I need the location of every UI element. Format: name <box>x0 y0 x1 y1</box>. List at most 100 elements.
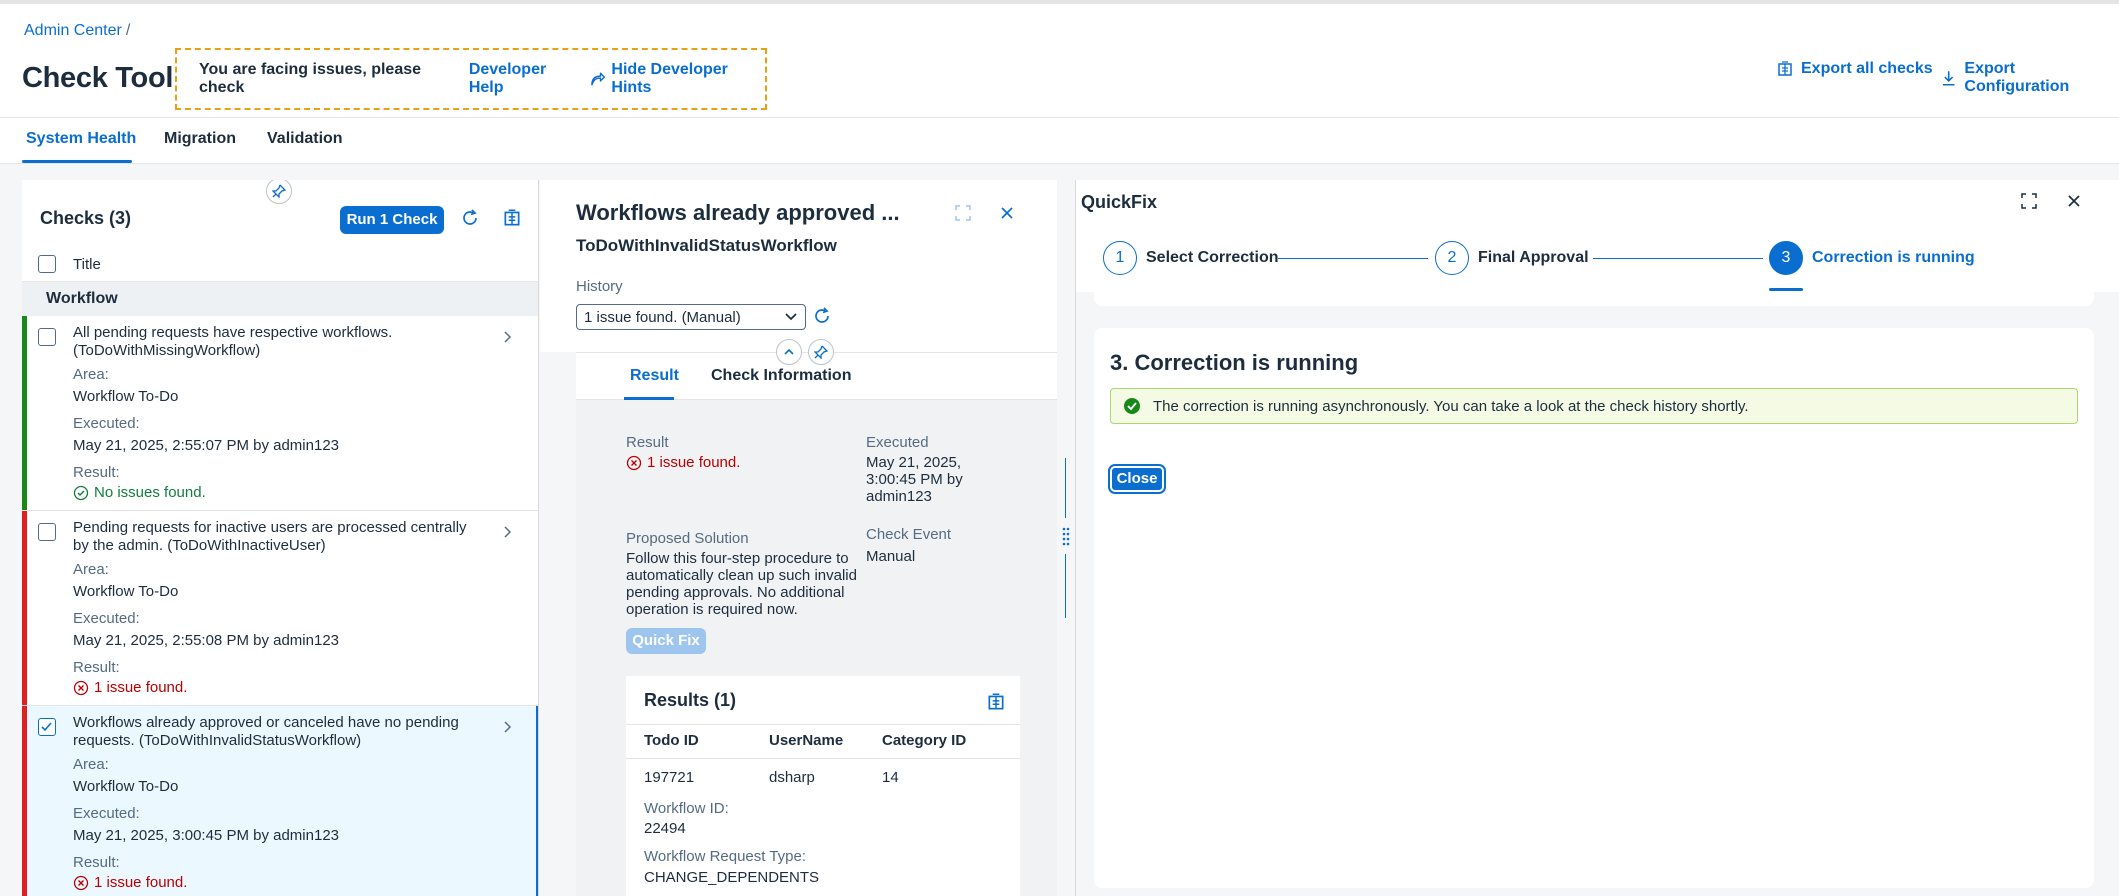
breadcrumb-link-admin-center[interactable]: Admin Center <box>24 22 122 39</box>
executed-value: May 21, 2025, 2:55:08 PM by admin123 <box>73 632 340 649</box>
status-bar <box>22 316 27 510</box>
pin-header-button[interactable] <box>808 339 834 365</box>
check-item-title: Workflows already approved or canceled h… <box>73 714 459 749</box>
refresh-icon <box>463 209 477 225</box>
hide-hints-link[interactable]: Hide Developer Hints <box>590 61 765 97</box>
quickfix-title: QuickFix <box>1081 192 1158 212</box>
executed-value: May 21, 2025, 3:00:45 PM by admin123 <box>73 827 340 844</box>
export-all-checks-button[interactable]: Export all checks <box>1776 60 1933 78</box>
tab-validation[interactable]: Validation <box>267 130 343 148</box>
check-event-value: Manual <box>866 548 916 565</box>
tab-result[interactable]: Result <box>630 367 679 385</box>
executed-value: May 21, 2025, 3:00:45 PM by admin123 <box>866 454 963 505</box>
result-text: 1 issue found. <box>94 874 188 891</box>
check-item-checkbox[interactable] <box>38 328 56 346</box>
workflow-type-label: Workflow Request Type: <box>644 848 807 865</box>
column-header-username: UserName <box>769 732 844 749</box>
export-icon <box>988 693 1004 710</box>
workflow-type-value: CHANGE_DEPENDENTS <box>644 869 820 886</box>
select-all-checkbox[interactable] <box>38 255 56 273</box>
area-label: Area: <box>73 561 109 578</box>
grip-icon <box>1062 527 1070 546</box>
check-item-selected[interactable]: Workflows already approved or canceled h… <box>22 706 538 896</box>
checks-title: Checks (3) <box>40 208 132 228</box>
history-selected-value: 1 issue found. (Manual) <box>584 308 741 326</box>
step-3-indicator[interactable]: 3 <box>1769 241 1803 275</box>
collapse-up-icon <box>784 348 794 355</box>
result-label: Result: <box>73 854 120 871</box>
divider <box>626 724 1020 725</box>
export-results-button[interactable] <box>986 692 1006 712</box>
collapse-header-button[interactable] <box>776 339 802 365</box>
hide-hints-label: Hide Developer Hints <box>611 61 728 96</box>
pin-button[interactable] <box>266 180 292 204</box>
result-text: No issues found. <box>94 484 206 501</box>
close-quickfix-button[interactable] <box>2066 193 2082 209</box>
fullscreen-button[interactable] <box>2020 192 2038 210</box>
cell-category-id: 14 <box>882 769 899 786</box>
quick-fix-button[interactable]: Quick Fix <box>626 628 706 654</box>
refresh-icon <box>815 307 829 323</box>
detail-header: Workflows already approved ... ToDoWithI… <box>540 180 1057 352</box>
refresh-history-button[interactable] <box>812 306 832 326</box>
step-3-label[interactable]: Correction is running <box>1812 249 1975 267</box>
result-section: Result 1 issue found. Executed May 21, 2… <box>576 400 1057 896</box>
column-header-category-id: Category ID <box>882 732 967 749</box>
result-value: 1 issue found. <box>73 679 187 696</box>
check-item[interactable]: All pending requests have respective wor… <box>22 316 538 511</box>
navigate-button[interactable] <box>502 525 512 539</box>
download-icon <box>1942 71 1955 86</box>
chevron-right-icon <box>504 721 512 733</box>
export-checks-button[interactable] <box>502 208 522 228</box>
status-bar <box>22 706 27 896</box>
developer-help-link[interactable]: Developer Help <box>469 61 580 97</box>
check-item-checkbox[interactable] <box>38 718 56 736</box>
error-icon <box>626 455 642 470</box>
step-1-label[interactable]: Select Correction <box>1146 249 1278 267</box>
result-text: 1 issue found. <box>647 454 741 471</box>
checks-panel: Checks (3) Run 1 Check Title Workflow Al… <box>22 180 539 896</box>
result-label: Result: <box>73 659 120 676</box>
check-item[interactable]: Pending requests for inactive users are … <box>22 511 538 706</box>
results-card: Results (1) Todo ID UserName Category ID… <box>626 676 1020 896</box>
executed-line: May 21, 2025, <box>866 454 962 471</box>
close-button[interactable]: Close <box>1108 464 1166 494</box>
history-select[interactable]: 1 issue found. (Manual) <box>576 304 806 330</box>
close-icon <box>2068 195 2080 207</box>
result-value: 1 issue found. <box>73 874 187 891</box>
step-1-indicator[interactable]: 1 <box>1103 241 1137 275</box>
chevron-down-icon <box>785 313 797 321</box>
tab-check-information[interactable]: Check Information <box>711 367 851 385</box>
page-header: Admin Center / Check Tool You are facing … <box>0 0 2119 118</box>
step-2-label[interactable]: Final Approval <box>1478 249 1589 267</box>
result-label: Result <box>626 434 669 451</box>
proposed-solution-label: Proposed Solution <box>626 530 749 547</box>
refresh-checks-button[interactable] <box>460 208 480 228</box>
tab-migration[interactable]: Migration <box>164 130 236 148</box>
area-value: Workflow To-Do <box>73 583 179 600</box>
list-header: Title <box>22 246 538 282</box>
tab-system-health[interactable]: System Health <box>26 130 136 148</box>
check-item-checkbox[interactable] <box>38 523 56 541</box>
column-resize-handle[interactable] <box>1060 458 1072 618</box>
active-step-indicator <box>1769 288 1803 291</box>
check-item-title: All pending requests have respective wor… <box>73 324 393 359</box>
navigate-button[interactable] <box>502 720 512 734</box>
cell-username: dsharp <box>769 769 815 786</box>
export-configuration-button[interactable]: Export Configuration <box>1940 60 2119 96</box>
proposed-solution-text: Follow this four-step procedure to autom… <box>626 550 857 618</box>
navigate-button[interactable] <box>502 330 512 344</box>
close-detail-button[interactable] <box>999 205 1015 221</box>
results-title: Results (1) <box>644 690 737 710</box>
error-icon <box>73 680 89 695</box>
run-check-button[interactable]: Run 1 Check <box>340 206 444 234</box>
fullscreen-button[interactable] <box>954 204 972 222</box>
area-label: Area: <box>73 756 109 773</box>
step-connector <box>1593 258 1763 259</box>
checkmark-icon <box>41 722 52 732</box>
executed-line: admin123 <box>866 488 932 505</box>
executed-label: Executed: <box>73 415 140 432</box>
pin-icon <box>272 184 286 198</box>
breadcrumb-separator: / <box>125 22 131 39</box>
step-2-indicator[interactable]: 2 <box>1435 241 1469 275</box>
